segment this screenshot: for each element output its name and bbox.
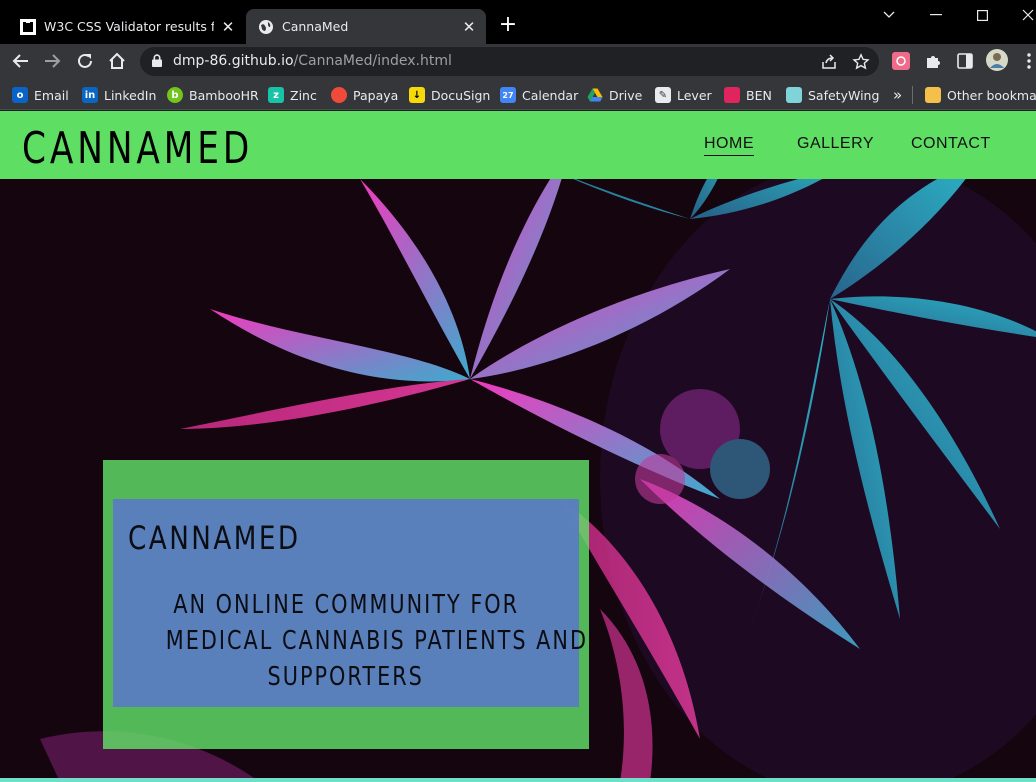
close-tab-icon[interactable]: ✕ bbox=[220, 19, 236, 35]
new-tab-button[interactable]: + bbox=[496, 14, 520, 38]
calendar-icon: 27 bbox=[500, 87, 516, 103]
webpage: CANNAMED HOME GALLERY CONTACT CANNAMED A… bbox=[0, 111, 1036, 782]
bookmark-ben[interactable]: BEN bbox=[724, 85, 772, 105]
nav-home-link[interactable]: HOME bbox=[704, 135, 754, 156]
bookmark-label: Other bookmarks bbox=[947, 87, 1036, 103]
hero-card-inner: CANNAMED AN ONLINE COMMUNITY FOR MEDICAL… bbox=[113, 499, 586, 707]
bookmark-zinc[interactable]: z Zinc bbox=[268, 85, 317, 105]
forward-icon[interactable] bbox=[41, 49, 65, 73]
url-path: /CannaMed/index.html bbox=[293, 53, 452, 69]
bookmark-label: Email bbox=[34, 87, 69, 103]
bottom-edge bbox=[0, 778, 1036, 782]
bamboohr-icon: b bbox=[167, 87, 183, 103]
back-icon[interactable] bbox=[8, 49, 32, 73]
home-icon[interactable] bbox=[105, 49, 129, 73]
tab-strip: W3C CSS Validator results for htt ✕ Cann… bbox=[0, 0, 1036, 44]
outlook-icon: o bbox=[12, 87, 28, 103]
site-logo[interactable]: CANNAMED bbox=[22, 123, 253, 174]
bookmarks-bar: o Email in LinkedIn b BambooHR z Zinc Pa… bbox=[0, 79, 1036, 110]
share-icon[interactable] bbox=[820, 53, 838, 71]
bookmark-label: Lever bbox=[677, 87, 712, 103]
tab-title: W3C CSS Validator results for htt bbox=[44, 19, 214, 34]
bookmark-linkedin[interactable]: in LinkedIn bbox=[82, 85, 156, 105]
ben-icon bbox=[724, 87, 740, 103]
bookmark-label: DocuSign bbox=[431, 87, 491, 103]
side-panel-icon[interactable] bbox=[956, 52, 974, 70]
bookmark-label: LinkedIn bbox=[104, 87, 157, 103]
drive-icon bbox=[587, 88, 603, 102]
bookmark-separator bbox=[912, 85, 913, 105]
url-host: dmp-86.github.io bbox=[173, 53, 294, 69]
close-window-icon[interactable] bbox=[1005, 4, 1036, 26]
bookmark-drive[interactable]: Drive bbox=[587, 85, 642, 105]
folder-icon bbox=[925, 87, 941, 103]
star-icon[interactable] bbox=[852, 53, 870, 71]
hero-title: CANNAMED bbox=[128, 519, 301, 557]
hero-subtitle-line: AN ONLINE COMMUNITY FOR bbox=[173, 590, 519, 620]
bookmark-label: BEN bbox=[746, 87, 772, 103]
more-menu-icon[interactable] bbox=[1020, 52, 1036, 70]
hero-subtitle-line: SUPPORTERS bbox=[267, 662, 425, 692]
bookmark-label: SafetyWing bbox=[808, 87, 880, 103]
tab-search-icon[interactable] bbox=[866, 4, 912, 26]
minimize-icon[interactable] bbox=[913, 4, 959, 26]
hero-card: CANNAMED AN ONLINE COMMUNITY FOR MEDICAL… bbox=[103, 460, 589, 749]
tab-w3c-validator[interactable]: W3C CSS Validator results for htt ✕ bbox=[8, 9, 245, 44]
bookmark-label: Calendar bbox=[522, 87, 579, 103]
bookmark-docusign[interactable]: ↓ DocuSign bbox=[409, 85, 490, 105]
tab-cannamed[interactable]: CannaMed ✕ bbox=[246, 9, 486, 44]
globe-icon bbox=[259, 19, 273, 34]
papaya-icon bbox=[331, 87, 347, 103]
bookmark-label: Papaya bbox=[353, 87, 399, 103]
close-tab-icon[interactable]: ✕ bbox=[461, 19, 477, 35]
puzzle-extensions-icon[interactable] bbox=[924, 52, 942, 70]
bookmark-label: Drive bbox=[609, 87, 643, 103]
hero-section: CANNAMED AN ONLINE COMMUNITY FOR MEDICAL… bbox=[0, 179, 1036, 782]
lock-icon bbox=[152, 54, 162, 67]
bookmark-safetywing[interactable]: SafetyWing bbox=[786, 85, 879, 105]
docusign-icon: ↓ bbox=[409, 87, 425, 103]
hero-subtitle: AN ONLINE COMMUNITY FOR MEDICAL CANNABIS… bbox=[113, 587, 586, 695]
w3c-favicon-icon bbox=[20, 18, 36, 35]
extension-badge-icon[interactable] bbox=[892, 52, 910, 70]
maximize-icon[interactable] bbox=[959, 4, 1005, 26]
bookmark-lever[interactable]: ✎ Lever bbox=[655, 85, 712, 105]
url-text: dmp-86.github.io/CannaMed/index.html bbox=[173, 53, 452, 69]
address-bar[interactable]: dmp-86.github.io/CannaMed/index.html bbox=[140, 47, 879, 76]
nav-gallery-link[interactable]: GALLERY bbox=[797, 135, 874, 153]
browser-toolbar: dmp-86.github.io/CannaMed/index.html bbox=[0, 44, 1036, 79]
other-bookmarks-folder[interactable]: Other bookmarks bbox=[925, 85, 1036, 105]
reload-icon[interactable] bbox=[73, 49, 97, 73]
bookmark-calendar[interactable]: 27 Calendar bbox=[500, 85, 578, 105]
bookmarks-overflow-button[interactable]: » bbox=[893, 85, 902, 105]
bookmark-label: Zinc bbox=[290, 87, 317, 103]
safetywing-icon bbox=[786, 87, 802, 103]
tab-title: CannaMed bbox=[282, 19, 349, 34]
profile-avatar[interactable] bbox=[986, 49, 1008, 71]
nav-contact-link[interactable]: CONTACT bbox=[911, 135, 991, 153]
hero-subtitle-line: MEDICAL CANNABIS PATIENTS AND bbox=[165, 626, 588, 656]
linkedin-icon: in bbox=[82, 87, 98, 103]
bookmark-label: BambooHR bbox=[189, 87, 259, 103]
bookmark-papaya[interactable]: Papaya bbox=[331, 85, 398, 105]
site-header: CANNAMED HOME GALLERY CONTACT bbox=[0, 111, 1036, 179]
lever-icon: ✎ bbox=[655, 87, 671, 103]
bookmark-bamboohr[interactable]: b BambooHR bbox=[167, 85, 259, 105]
zinc-icon: z bbox=[268, 87, 284, 103]
bookmark-email[interactable]: o Email bbox=[12, 85, 69, 105]
